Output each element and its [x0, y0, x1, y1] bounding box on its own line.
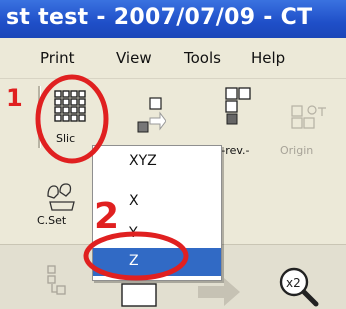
annotation-circle-2	[83, 231, 189, 281]
annotation-step-2: 2	[94, 196, 120, 237]
annotation-overlay	[35, 74, 189, 281]
annotation-circle-1	[35, 74, 109, 164]
annotation-step-1: 1	[6, 84, 23, 112]
